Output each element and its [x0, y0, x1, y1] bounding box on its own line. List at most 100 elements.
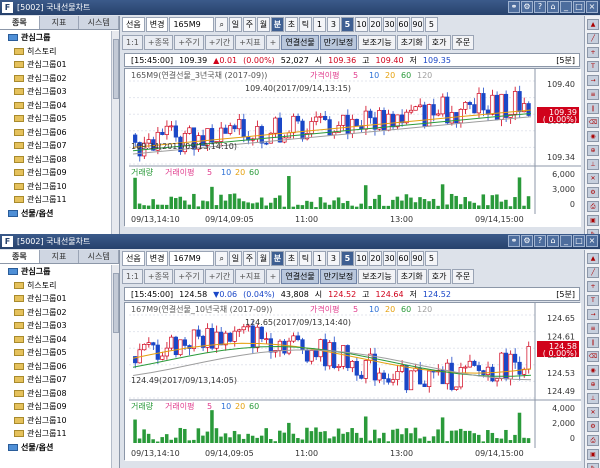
fib-icon[interactable]: ≡ [587, 323, 599, 334]
minimize-button[interactable]: _ [560, 235, 572, 247]
maximize-button[interactable]: □ [573, 235, 585, 247]
interval-button[interactable]: 5 [424, 251, 438, 266]
period-button[interactable]: 월 [256, 17, 270, 32]
tree-item[interactable]: 관심그룹06 [0, 360, 112, 374]
code-input[interactable]: 165M9 [169, 17, 215, 32]
period-button[interactable]: 틱 [298, 251, 312, 266]
zoom-icon[interactable]: ⊕ [587, 145, 599, 156]
toolbar2-button[interactable]: 만기보정 [319, 269, 358, 284]
tree-extra[interactable]: 선물/옵션 [0, 441, 112, 455]
toolbar2-button[interactable]: 호가 [427, 35, 451, 50]
interval-button[interactable]: 60 [396, 17, 410, 32]
interval-button[interactable]: 10 [354, 251, 368, 266]
toolbar2-button[interactable]: 연결선물 [281, 35, 319, 50]
title-bar[interactable]: F [5002] 국내선물차트 ⚭ ⚙ ? ⌂ _ □ × [0, 0, 600, 15]
print-icon[interactable]: ⎙ [587, 201, 599, 212]
tree-scrollbar[interactable] [111, 265, 119, 468]
period-button[interactable]: 틱 [298, 17, 312, 32]
period-button[interactable]: 분 [270, 17, 284, 32]
period-button[interactable]: 일 [228, 17, 242, 32]
tree-item[interactable]: 히스토리 [0, 45, 112, 59]
tree-item[interactable]: 관심그룹08 [0, 153, 112, 167]
trend-line-icon[interactable]: ╱ [587, 267, 599, 278]
tree-scrollbar[interactable] [111, 31, 119, 234]
title-bar[interactable]: F [5002] 국내선물차트 ⚭ ⚙ ? ⌂ _ □ × [0, 234, 600, 249]
save-icon[interactable]: ▣ [587, 449, 599, 460]
interval-button[interactable]: 90 [410, 251, 424, 266]
magnet-icon[interactable]: ◉ [587, 365, 599, 376]
trend-line-icon[interactable]: ╱ [587, 33, 599, 44]
tree-extra[interactable]: 선물/옵션 [0, 207, 112, 221]
toolbar2-button[interactable]: +기간 [204, 35, 235, 50]
toolbar2-button[interactable]: 주문 [451, 35, 475, 50]
delete-icon[interactable]: ✕ [587, 173, 599, 184]
search-icon[interactable]: ⌕ [215, 251, 228, 266]
settings-icon[interactable]: ⚙ [521, 1, 533, 13]
toolbar2-button[interactable]: 연결선물 [281, 269, 319, 284]
tree-item[interactable]: 관심그룹09 [0, 166, 112, 180]
tree-item[interactable]: 관심그룹04 [0, 333, 112, 347]
period-button[interactable]: 일 [228, 251, 242, 266]
tab-indicator[interactable]: 지표 [40, 16, 80, 29]
interval-button[interactable]: 5 [340, 17, 354, 32]
chart-type-icon[interactable]: ▲ [587, 19, 599, 30]
channel-icon[interactable]: ∥ [587, 337, 599, 348]
toolbar2-button[interactable]: 보조기능 [358, 35, 396, 50]
link-icon[interactable]: ⚭ [508, 1, 520, 13]
interval-button[interactable]: 30 [382, 251, 396, 266]
toolbar2-button[interactable]: 1:1 [122, 269, 143, 284]
print-icon[interactable]: ⎙ [587, 435, 599, 446]
maximize-button[interactable]: □ [573, 1, 585, 13]
toolbar2-button[interactable]: 만기보정 [319, 35, 358, 50]
text-icon[interactable]: T [587, 61, 599, 72]
link-icon[interactable]: ⚭ [508, 235, 520, 247]
period-button[interactable]: 초 [284, 17, 298, 32]
tab-stock[interactable]: 종목 [0, 250, 40, 263]
fib-icon[interactable]: ≡ [587, 89, 599, 100]
tab-system[interactable]: 시스템 [79, 16, 120, 29]
type-select[interactable]: 선옵 [122, 17, 145, 32]
tree-item[interactable]: 관심그룹11 [0, 427, 112, 441]
interval-button[interactable]: 20 [368, 17, 382, 32]
interval-button[interactable]: 1 [312, 17, 326, 32]
toolbar2-button[interactable]: +주기 [174, 269, 204, 284]
tree-item[interactable]: 관심그룹04 [0, 99, 112, 113]
tree-item[interactable]: 관심그룹09 [0, 400, 112, 414]
period-button[interactable]: 분 [270, 251, 284, 266]
interval-button[interactable]: 5 [424, 17, 438, 32]
tree-item[interactable]: 관심그룹02 [0, 306, 112, 320]
toolbar2-button[interactable]: 보조기능 [358, 269, 396, 284]
tree-item[interactable]: 히스토리 [0, 279, 112, 293]
price-volume-chart[interactable]: 165M9(연결선물_3년국채 (2017-09)) 가격이평 5 10 20 60 120… [125, 69, 581, 227]
settings-icon[interactable]: ⚙ [521, 235, 533, 247]
tree-item[interactable]: 관심그룹10 [0, 180, 112, 194]
toolbar2-button[interactable]: 호가 [427, 269, 451, 284]
change-select[interactable]: 변경 [145, 17, 169, 32]
period-button[interactable]: 초 [284, 251, 298, 266]
toolbar2-button[interactable]: +기간 [204, 269, 235, 284]
tree-item[interactable]: 관심그룹03 [0, 85, 112, 99]
interval-button[interactable]: 3 [326, 17, 340, 32]
chart-type-icon[interactable]: ▲ [587, 253, 599, 264]
tree-item[interactable]: 관심그룹06 [0, 126, 112, 140]
tree-root[interactable]: 관심그룹 [0, 31, 112, 45]
eraser-icon[interactable]: ⌫ [587, 117, 599, 128]
scroll-thumb[interactable] [113, 39, 119, 99]
tree-item[interactable]: 관심그룹10 [0, 414, 112, 428]
toolbar2-button[interactable]: + [265, 35, 281, 50]
interval-button[interactable]: 60 [396, 251, 410, 266]
tree-item[interactable]: 관심그룹11 [0, 193, 112, 207]
interval-button[interactable]: 90 [410, 17, 424, 32]
arrow-icon[interactable]: → [587, 75, 599, 86]
period-button[interactable]: 주 [242, 17, 256, 32]
help-icon[interactable]: ? [534, 235, 546, 247]
eraser-icon[interactable]: ⌫ [587, 351, 599, 362]
tree-item[interactable]: 관심그룹01 [0, 58, 112, 72]
cross-icon[interactable]: + [587, 281, 599, 292]
interval-button[interactable]: 10 [354, 17, 368, 32]
help-icon[interactable]: ? [534, 1, 546, 13]
interval-button[interactable]: 20 [368, 251, 382, 266]
text-icon[interactable]: T [587, 295, 599, 306]
close-button[interactable]: × [586, 235, 598, 247]
settings-icon[interactable]: ⚙ [587, 187, 599, 198]
